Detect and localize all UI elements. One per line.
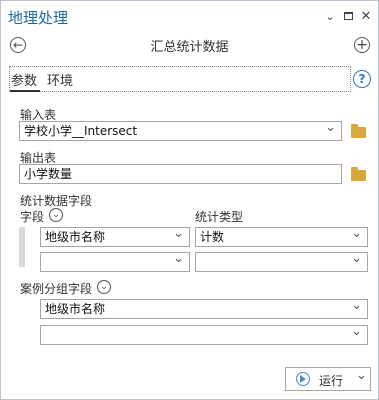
stat-fields-label: 统计数据字段 [20,194,93,208]
stat-field-select-empty[interactable] [40,250,190,272]
folder-icon[interactable] [351,124,366,138]
stat-field-value: 地级市名称 [45,230,106,244]
output-table-field[interactable]: 小学数量 [19,164,342,184]
stat-field-select[interactable]: 地级市名称 [40,225,190,247]
folder-icon[interactable] [351,167,366,181]
row-selection-bar [19,227,25,267]
help-icon[interactable]: ? [353,70,371,88]
run-button-label: 运行 [319,374,344,388]
tool-title: 汇总统计数据 [150,40,229,55]
case-field-expand-chevron-icon[interactable]: ⌄ [97,280,111,294]
maximize-icon[interactable] [340,8,356,24]
case-field-select-empty[interactable] [40,323,368,345]
pane-title: 地理处理 [8,9,69,27]
run-options-chevron-icon[interactable]: ⌄ [356,368,367,383]
stat-type-column-header: 统计类型 [195,210,244,224]
case-field-label: 案例分组字段 [20,282,93,296]
output-table-value: 小学数量 [24,167,73,181]
tab-environments[interactable]: 环境 [47,70,73,89]
tab-parameters[interactable]: 参数 [11,70,37,89]
stat-type-value: 计数 [200,230,225,244]
field-column-header: 字段 [20,210,45,224]
case-field-value: 地级市名称 [45,302,106,316]
run-button[interactable]: 运行 ⌄ [285,367,371,391]
close-icon[interactable]: ✕ [358,8,374,24]
stat-type-select-empty[interactable] [195,250,368,272]
input-table-value: 学校小学__Intersect [24,124,138,138]
case-field-select[interactable]: 地级市名称 [40,297,368,319]
field-expand-chevron-icon[interactable]: ⌄ [49,208,63,222]
add-icon[interactable]: + [354,37,370,53]
run-icon [296,372,310,386]
pane-menu-chevron-icon[interactable]: ⌄ [322,8,338,24]
input-table-field[interactable]: 学校小学__Intersect [19,119,342,141]
stat-type-select[interactable]: 计数 [195,225,368,247]
active-tab-underline [10,90,40,92]
